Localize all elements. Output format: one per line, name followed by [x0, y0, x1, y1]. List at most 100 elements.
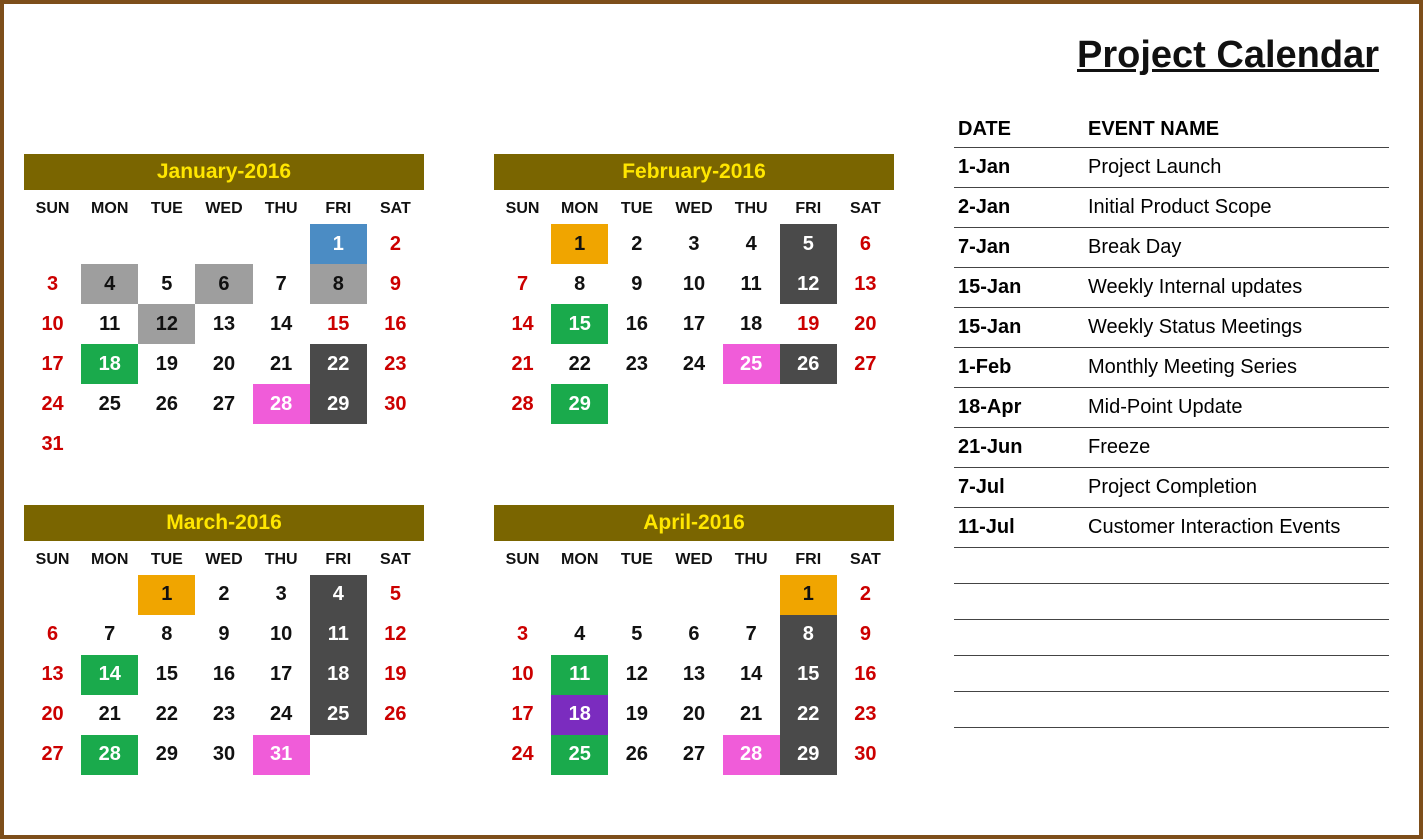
day-cell: 6 [24, 615, 81, 655]
day-cell: 12 [138, 304, 195, 344]
day-cell: 2 [195, 575, 252, 615]
day-cell: 15 [780, 655, 837, 695]
day-header: FRI [780, 190, 837, 224]
day-cell: 17 [24, 344, 81, 384]
day-cell: 24 [494, 735, 551, 775]
month-block: January-2016SUNMONTUEWEDTHUFRISAT1234567… [24, 154, 424, 465]
month-title: March-2016 [24, 505, 424, 541]
day-cell: 7 [494, 264, 551, 304]
day-cell: 27 [665, 735, 722, 775]
day-cell: 28 [81, 735, 138, 775]
day-cell: 17 [665, 304, 722, 344]
empty-cell [954, 620, 1084, 656]
day-cell: 27 [837, 344, 894, 384]
event-name: Project Completion [1084, 468, 1389, 508]
day-cell: 8 [310, 264, 367, 304]
empty-cell [494, 224, 551, 264]
empty-cell [608, 575, 665, 615]
event-date: 15-Jan [954, 268, 1084, 308]
event-name: Customer Interaction Events [1084, 508, 1389, 548]
day-cell: 11 [723, 264, 780, 304]
month-title: February-2016 [494, 154, 894, 190]
day-cell: 28 [253, 384, 310, 424]
day-cell: 20 [837, 304, 894, 344]
day-cell: 31 [253, 735, 310, 775]
day-cell: 13 [665, 655, 722, 695]
day-cell: 14 [81, 655, 138, 695]
day-cell: 16 [195, 655, 252, 695]
event-header-name: EVENT NAME [1084, 112, 1389, 148]
day-header: MON [551, 541, 608, 575]
day-cell: 26 [138, 384, 195, 424]
day-cell: 5 [138, 264, 195, 304]
day-cell: 3 [494, 615, 551, 655]
day-cell: 1 [551, 224, 608, 264]
day-cell: 13 [195, 304, 252, 344]
day-cell: 24 [665, 344, 722, 384]
day-header: FRI [310, 190, 367, 224]
day-cell: 25 [723, 344, 780, 384]
day-cell: 5 [367, 575, 424, 615]
event-row-empty [954, 584, 1389, 620]
day-header: MON [81, 541, 138, 575]
event-date: 7-Jul [954, 468, 1084, 508]
day-cell: 21 [81, 695, 138, 735]
day-cell: 25 [81, 384, 138, 424]
day-cell: 15 [310, 304, 367, 344]
empty-cell [81, 575, 138, 615]
day-cell: 10 [253, 615, 310, 655]
event-row-empty [954, 656, 1389, 692]
empty-cell [195, 224, 252, 264]
day-cell: 6 [195, 264, 252, 304]
day-cell: 13 [837, 264, 894, 304]
day-cell: 1 [780, 575, 837, 615]
day-cell: 12 [780, 264, 837, 304]
day-header: THU [723, 190, 780, 224]
day-cell: 16 [608, 304, 665, 344]
day-cell: 9 [367, 264, 424, 304]
day-cell: 28 [723, 735, 780, 775]
day-header: THU [253, 541, 310, 575]
empty-cell [954, 656, 1084, 692]
empty-cell [954, 584, 1084, 620]
side-panel: Project Calendar DATE EVENT NAME 1-JanPr… [924, 4, 1419, 835]
day-cell: 17 [253, 655, 310, 695]
day-cell: 17 [494, 695, 551, 735]
day-header: SUN [24, 541, 81, 575]
day-cell: 20 [195, 344, 252, 384]
day-header: SUN [24, 190, 81, 224]
page-title: Project Calendar [954, 34, 1379, 77]
day-cell: 30 [367, 384, 424, 424]
empty-cell [138, 224, 195, 264]
day-cell: 4 [723, 224, 780, 264]
event-date: 15-Jan [954, 308, 1084, 348]
day-cell: 11 [81, 304, 138, 344]
day-cell: 21 [494, 344, 551, 384]
day-cell: 9 [608, 264, 665, 304]
event-row: 15-JanWeekly Status Meetings [954, 308, 1389, 348]
day-header: THU [723, 541, 780, 575]
day-cell: 19 [138, 344, 195, 384]
event-row-empty [954, 692, 1389, 728]
empty-cell [1084, 548, 1389, 584]
empty-cell [24, 224, 81, 264]
day-header: MON [81, 190, 138, 224]
event-row: 1-JanProject Launch [954, 148, 1389, 188]
day-header: FRI [310, 541, 367, 575]
day-cell: 18 [81, 344, 138, 384]
event-row: 21-JunFreeze [954, 428, 1389, 468]
event-date: 21-Jun [954, 428, 1084, 468]
event-name: Weekly Internal updates [1084, 268, 1389, 308]
day-header: MON [551, 190, 608, 224]
day-cell: 25 [310, 695, 367, 735]
empty-cell [954, 692, 1084, 728]
day-cell: 12 [367, 615, 424, 655]
day-header: TUE [608, 541, 665, 575]
day-header: WED [665, 190, 722, 224]
day-cell: 18 [723, 304, 780, 344]
empty-cell [1084, 584, 1389, 620]
empty-cell [551, 575, 608, 615]
day-cell: 19 [367, 655, 424, 695]
month-title: January-2016 [24, 154, 424, 190]
month-grid: SUNMONTUEWEDTHUFRISAT1234567891011121314… [24, 541, 424, 775]
